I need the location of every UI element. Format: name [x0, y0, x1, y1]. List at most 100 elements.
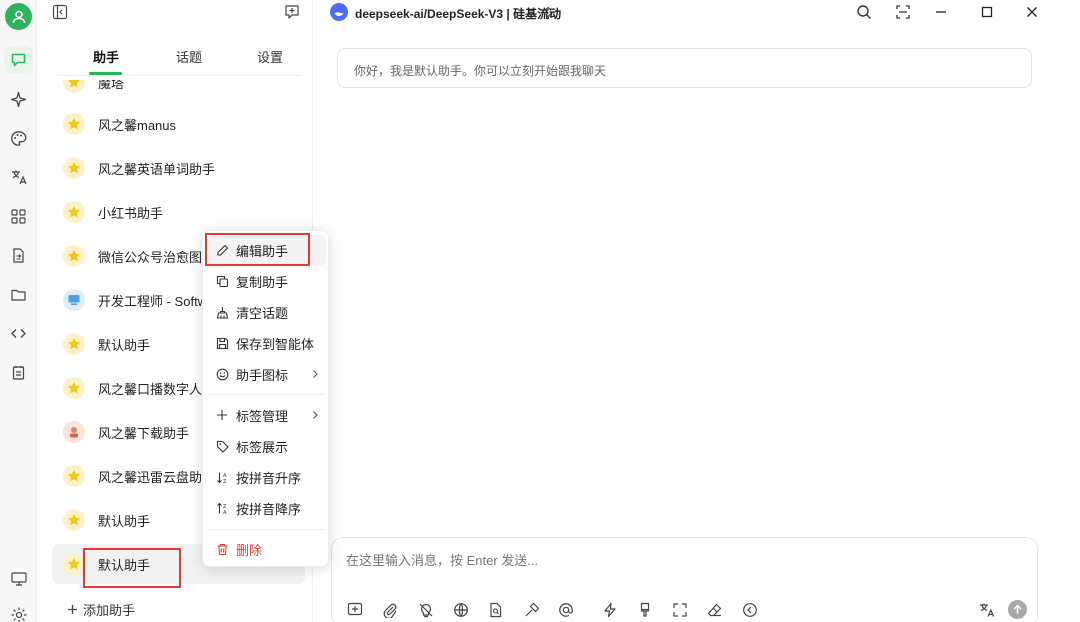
tag-icon [215, 439, 229, 453]
chevron-left-circle-icon[interactable] [741, 601, 758, 618]
menu-item-tag-display[interactable]: 标签展示 [207, 431, 326, 461]
menu-item-tag-management[interactable]: 标签管理 [207, 400, 326, 430]
list-item-label: 微信公众号治愈图 [98, 249, 203, 265]
list-item-label: 风之馨英语单词助手 [98, 161, 216, 177]
new-topic-icon[interactable] [284, 4, 300, 20]
translate-icon[interactable] [978, 601, 995, 618]
minimize-icon[interactable] [933, 4, 949, 20]
maximize-icon[interactable] [979, 4, 995, 20]
sparkle-icon[interactable] [9, 90, 28, 109]
star-icon [63, 201, 85, 223]
lightning-icon[interactable] [601, 601, 618, 618]
svg-text:Z: Z [223, 479, 227, 484]
list-item-label: 风之馨manus [98, 117, 177, 133]
chevron-updown-icon[interactable] [543, 6, 553, 21]
svg-text:A: A [223, 510, 227, 515]
menu-item-label: 保存到智能体 [236, 336, 315, 352]
menu-item-label: 清空话题 [236, 305, 289, 321]
message-composer [331, 537, 1038, 622]
plus-icon [215, 408, 229, 422]
settings-gear-icon[interactable] [9, 605, 28, 622]
model-selector[interactable]: deepseek-ai/DeepSeek-V3 | 硅基流动 [355, 5, 561, 22]
assistant-greeting-message: 你好，我是默认助手。你可以立刻开始跟我聊天 [337, 48, 1032, 88]
chat-icon[interactable] [9, 50, 28, 69]
smile-icon [215, 367, 229, 381]
toggle-sidebar-icon[interactable] [52, 4, 68, 20]
list-item-label: 魔塔 [98, 80, 125, 91]
sort-asc-icon: AZ [215, 470, 229, 484]
menu-item-sort-desc[interactable]: ZA 按拼音降序 [207, 493, 326, 523]
star-icon [63, 509, 85, 531]
menu-item-sort-asc[interactable]: AZ 按拼音升序 [207, 462, 326, 492]
copy-icon [215, 274, 229, 288]
apps-icon[interactable] [9, 207, 28, 226]
menu-item-clear-topics[interactable]: 清空话题 [207, 297, 326, 327]
eraser-icon[interactable] [706, 601, 723, 618]
plus-icon [68, 605, 77, 614]
chevron-right-icon [313, 411, 318, 419]
menu-item-delete[interactable]: 删除 [207, 534, 326, 564]
menu-item-edit-assistant[interactable]: 编辑助手 [207, 235, 326, 265]
expand-icon[interactable] [671, 601, 688, 618]
at-icon[interactable] [557, 601, 574, 618]
left-rail [0, 0, 37, 622]
search-icon[interactable] [856, 4, 872, 20]
tab-topics[interactable]: 话题 [176, 47, 202, 66]
star-icon [63, 245, 85, 267]
code-icon[interactable] [9, 324, 28, 343]
menu-item-label: 按拼音升序 [236, 470, 302, 486]
list-item[interactable]: 风之馨英语单词助手 [52, 148, 305, 188]
paperclip-icon[interactable] [381, 601, 398, 618]
palette-icon[interactable] [9, 129, 28, 148]
list-item[interactable]: 风之馨manus [52, 104, 305, 144]
list-item-label: 开发工程师 - Softw [98, 293, 208, 309]
pencil-icon [215, 243, 229, 257]
character-icon [63, 421, 85, 443]
menu-item-label: 助手图标 [236, 367, 289, 383]
message-input[interactable] [346, 553, 946, 568]
active-tab-indicator [89, 72, 122, 75]
menu-item-label: 编辑助手 [236, 243, 289, 259]
user-avatar[interactable] [5, 3, 32, 30]
star-icon [63, 113, 85, 135]
list-item-label: 风之馨口播数字人 [98, 381, 203, 397]
new-topic-icon[interactable] [346, 601, 363, 618]
list-item-label: 默认助手 [98, 513, 151, 529]
save-icon [215, 336, 229, 350]
star-icon [63, 377, 85, 399]
file-swap-icon[interactable] [9, 246, 28, 265]
list-item[interactable]: 魔塔 [52, 80, 305, 102]
tab-settings[interactable]: 设置 [257, 47, 283, 66]
monitor-icon[interactable] [9, 569, 28, 588]
menu-divider [209, 529, 324, 530]
broom-icon [215, 305, 229, 319]
list-item-label: 风之馨迅雷云盘助 [98, 469, 203, 485]
scan-icon[interactable] [895, 4, 911, 20]
list-item[interactable]: 小红书助手 [52, 192, 305, 232]
add-assistant-button[interactable]: 添加助手 [67, 600, 135, 619]
brush-icon[interactable] [636, 601, 653, 618]
globe-icon[interactable] [452, 601, 469, 618]
menu-item-label: 删除 [236, 542, 263, 558]
title-bar: deepseek-ai/DeepSeek-V3 | 硅基流动 [313, 0, 1080, 26]
menu-item-save-to-agent[interactable]: 保存到智能体 [207, 328, 326, 358]
sidebar-tabs: 助手 话题 设置 [55, 40, 301, 76]
menu-item-assistant-icon[interactable]: 助手图标 [207, 359, 326, 389]
translate-icon[interactable] [9, 167, 28, 186]
deepseek-logo-icon [330, 3, 348, 21]
assistant-context-menu: 编辑助手 复制助手 清空话题 保存到智能体 助手图标 标签管理 标签展示 AZ … [202, 230, 329, 567]
notes-icon[interactable] [9, 363, 28, 382]
hammer-icon[interactable] [523, 601, 540, 618]
star-icon [63, 80, 85, 93]
chevron-right-icon [313, 370, 318, 378]
menu-item-copy-assistant[interactable]: 复制助手 [207, 266, 326, 296]
file-search-icon[interactable] [487, 601, 504, 618]
star-icon [63, 465, 85, 487]
folder-icon[interactable] [9, 285, 28, 304]
menu-item-label: 标签管理 [236, 408, 289, 424]
tab-assistants[interactable]: 助手 [93, 47, 119, 66]
list-item-label: 小红书助手 [98, 205, 164, 221]
lightbulb-off-icon[interactable] [417, 601, 434, 618]
close-icon[interactable] [1024, 4, 1040, 20]
send-button[interactable] [1008, 600, 1027, 619]
